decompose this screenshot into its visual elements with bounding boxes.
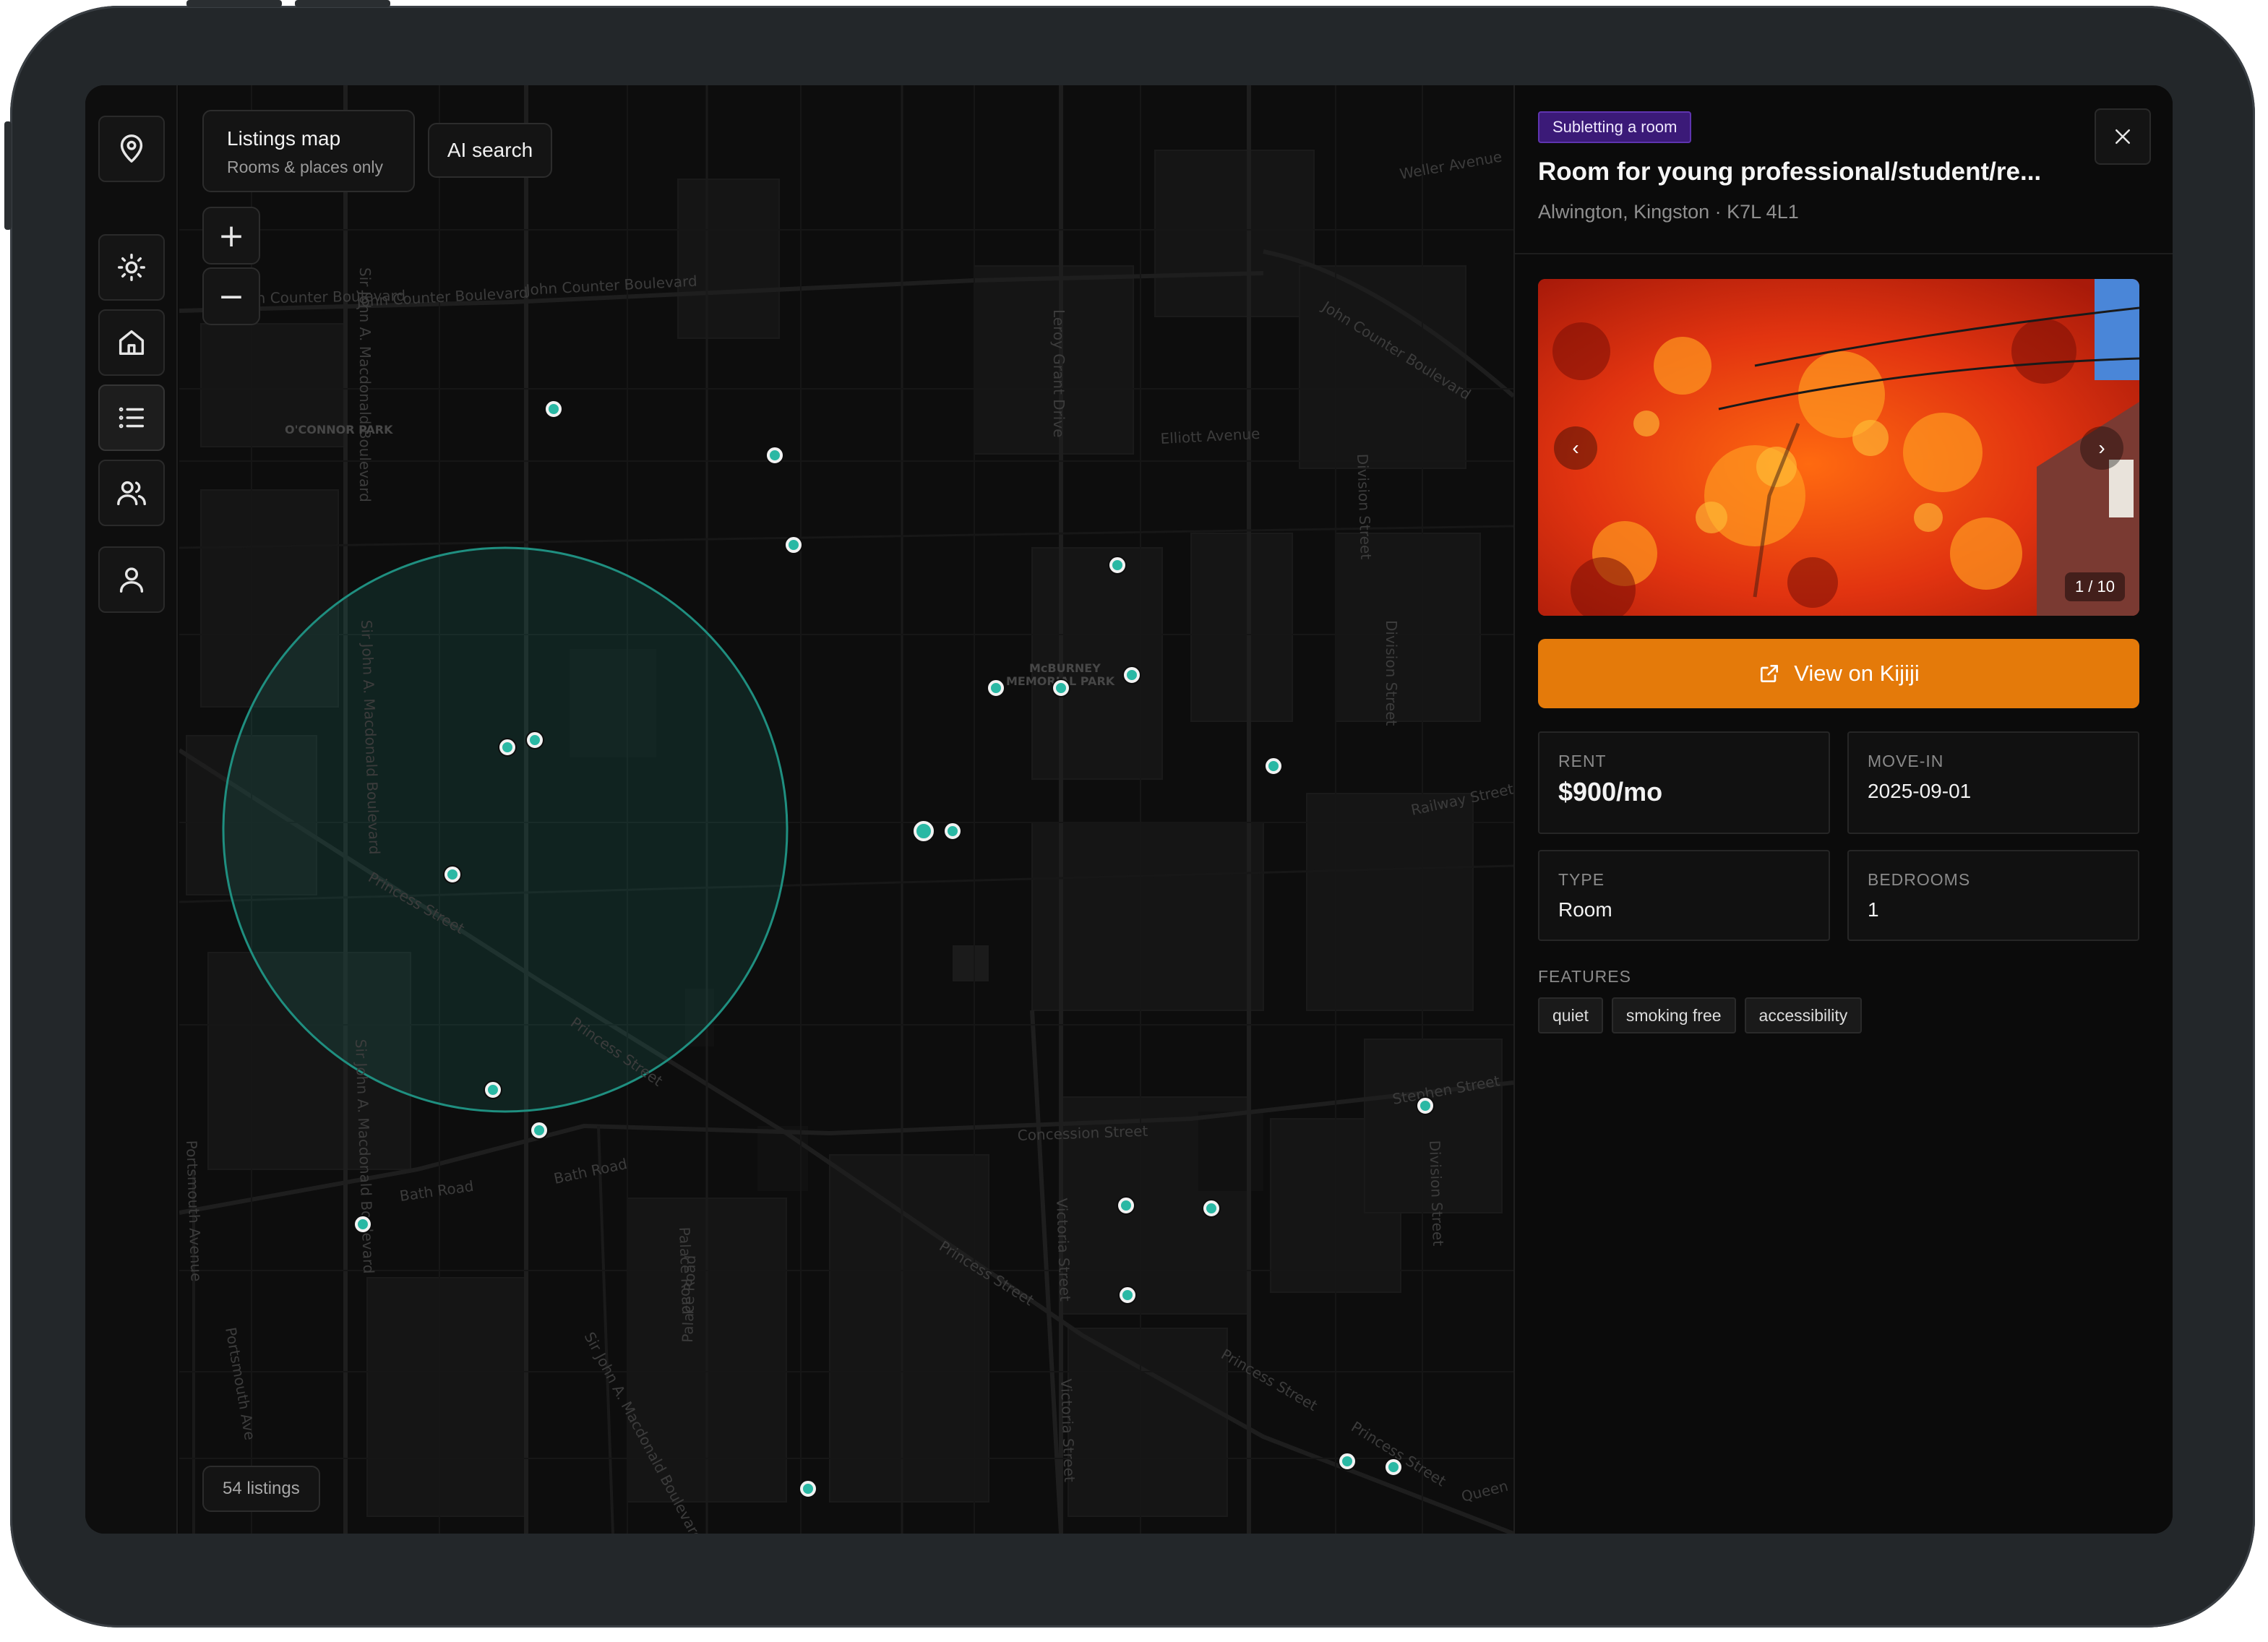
device-side-button <box>4 121 12 230</box>
listing-pin[interactable] <box>945 823 961 839</box>
street-label: Victoria Street <box>1057 1378 1078 1482</box>
park-label: O'CONNOR PARK <box>285 423 393 437</box>
listing-pin[interactable] <box>499 739 515 755</box>
listing-pin[interactable] <box>1124 667 1140 683</box>
close-icon <box>2115 129 2130 144</box>
feature-chip: quiet <box>1538 997 1603 1033</box>
list-icon <box>119 407 145 429</box>
street-label: Leroy Grant Drive <box>1050 309 1068 437</box>
rent-label: RENT <box>1558 752 1607 770</box>
bedrooms-label: BEDROOMS <box>1868 870 1971 889</box>
user-icon <box>119 567 144 593</box>
theme-toggle-button[interactable] <box>98 234 165 301</box>
listing-pin[interactable] <box>444 867 460 882</box>
listing-photo <box>1538 279 2139 616</box>
listings-button[interactable] <box>98 384 165 451</box>
close-panel-button[interactable] <box>2095 108 2151 165</box>
park-label: McBURNEY <box>1029 661 1101 675</box>
features-label: FEATURES <box>1538 967 1631 986</box>
listing-pin[interactable] <box>1339 1453 1355 1469</box>
street-label: Victoria Street <box>1053 1198 1074 1302</box>
listing-pin[interactable] <box>767 447 783 463</box>
type-value: Room <box>1558 898 1612 921</box>
feature-chip: accessibility <box>1744 997 1863 1033</box>
zoom-in-button[interactable]: + <box>202 207 260 265</box>
listing-pin[interactable] <box>1118 1198 1134 1213</box>
street-label: Division Street <box>1383 620 1400 726</box>
home-icon <box>119 330 145 356</box>
listing-pin[interactable] <box>531 1122 547 1138</box>
movein-value: 2025-09-01 <box>1868 780 1972 802</box>
listing-pin[interactable] <box>1417 1098 1433 1114</box>
listing-count-badge: 54 listings <box>202 1466 320 1512</box>
app-screen: John Counter Boulevard John Counter Boul… <box>85 85 2173 1534</box>
listing-title: Room for young professional/student/re..… <box>1538 158 2042 186</box>
listing-pin[interactable] <box>485 1082 501 1098</box>
ai-search-button[interactable]: AI search <box>428 123 552 178</box>
listing-pin[interactable] <box>527 732 543 748</box>
location-button[interactable] <box>98 116 165 182</box>
feature-chip: smoking free <box>1611 997 1736 1033</box>
type-stat: TYPE Room <box>1538 850 1830 941</box>
bedrooms-value: 1 <box>1868 898 1879 921</box>
street-label: Division Street <box>1426 1140 1447 1246</box>
sun-icon <box>118 254 145 281</box>
map-title-card: Listings map Rooms & places only <box>202 110 415 192</box>
users-icon <box>117 481 146 506</box>
map-title: Listings map <box>227 127 341 150</box>
listings-map[interactable]: John Counter Boulevard John Counter Boul… <box>179 85 1513 1534</box>
listing-pin[interactable] <box>1109 557 1125 573</box>
listing-pin[interactable] <box>546 401 562 417</box>
movein-label: MOVE-IN <box>1868 752 1944 770</box>
photo-counter: 1 / 10 <box>2064 572 2125 601</box>
feature-chips: quiet smoking free accessibility <box>1538 997 1863 1033</box>
map-base: John Counter Boulevard John Counter Boul… <box>179 85 1513 1534</box>
listing-detail-panel: Subletting a room Room for young profess… <box>1513 85 2173 1534</box>
location-pin-icon <box>120 134 143 163</box>
roommates-button[interactable] <box>98 460 165 526</box>
map-subtitle: Rooms & places only <box>227 158 384 176</box>
type-label: TYPE <box>1558 870 1605 889</box>
photo-next-button[interactable]: › <box>2080 426 2123 470</box>
listing-location: Alwington, Kingston · K7L 4L1 <box>1538 201 1799 223</box>
rent-value: $900/mo <box>1558 777 1663 807</box>
listing-type-tag: Subletting a room <box>1538 111 1692 143</box>
listing-pin[interactable] <box>1120 1287 1135 1303</box>
listing-pin[interactable] <box>786 537 802 553</box>
zoom-out-button[interactable]: − <box>202 267 260 325</box>
external-link-icon <box>1761 665 1779 682</box>
listing-pin[interactable] <box>1053 680 1069 696</box>
device-top-button-right <box>295 0 390 7</box>
movein-stat: MOVE-IN 2025-09-01 <box>1847 731 2139 834</box>
listing-pin[interactable] <box>355 1216 371 1232</box>
rent-stat: RENT $900/mo <box>1538 731 1830 834</box>
home-button[interactable] <box>98 309 165 376</box>
listing-pin[interactable] <box>988 680 1004 696</box>
street-label: Palace Road <box>679 1255 699 1343</box>
listing-pin[interactable] <box>1203 1200 1219 1216</box>
bedrooms-stat: BEDROOMS 1 <box>1847 850 2139 941</box>
header-divider <box>1515 253 2173 254</box>
view-on-kijiji-button[interactable]: View on Kijiji <box>1538 639 2139 708</box>
device-top-button-left <box>186 0 282 7</box>
profile-button[interactable] <box>98 546 165 613</box>
street-label: Sir John A. Macdonald Boulevard <box>356 267 374 502</box>
nav-rail <box>85 85 178 1534</box>
listing-pin[interactable] <box>1386 1459 1401 1475</box>
listing-pin[interactable] <box>800 1481 816 1497</box>
street-label: Division Street <box>1354 453 1375 559</box>
view-on-kijiji-label: View on Kijiji <box>1794 661 1920 686</box>
listing-pin[interactable] <box>1266 758 1281 774</box>
photo-prev-button[interactable]: ‹ <box>1554 426 1597 470</box>
listing-photo-carousel[interactable]: ‹ › 1 / 10 <box>1538 279 2139 616</box>
listing-pin-selected[interactable] <box>914 821 934 841</box>
